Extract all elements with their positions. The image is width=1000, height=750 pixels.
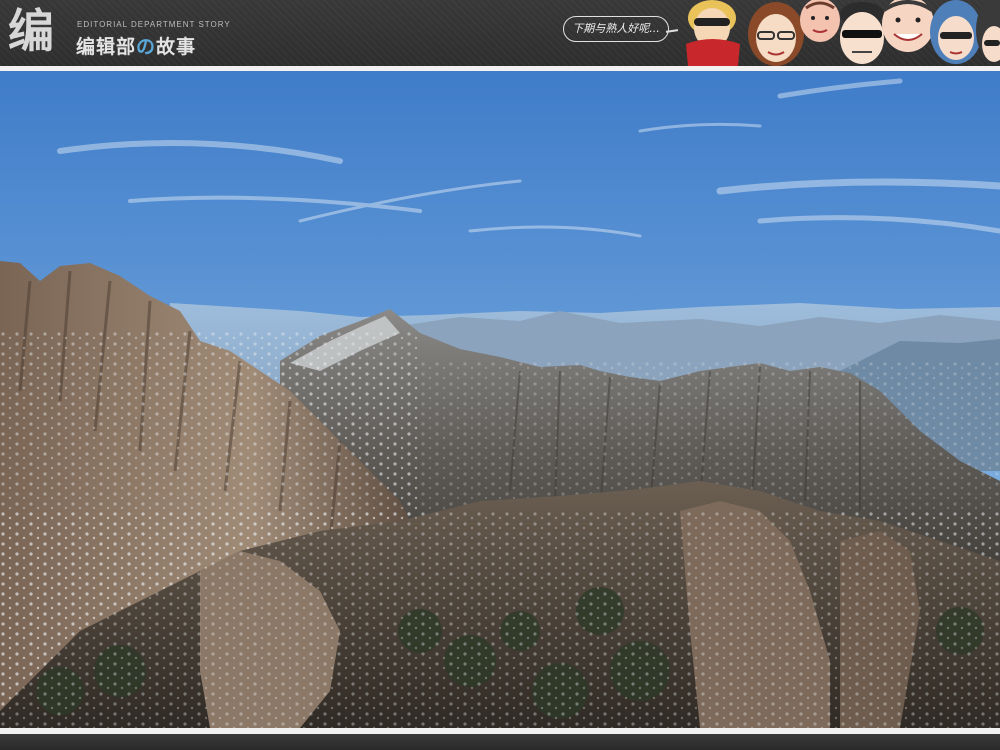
- site-logo[interactable]: 编: [8, 5, 54, 57]
- speech-bubble-tail: [665, 29, 679, 33]
- site-footer: [0, 734, 1000, 750]
- character-faces-art: [686, 0, 1000, 66]
- character-face-4: [840, 2, 884, 64]
- brand-cn-part-2: の: [136, 36, 157, 58]
- character-face-6: [930, 0, 982, 64]
- character-face-7: [976, 0, 1000, 62]
- speech-bubble: 下期与熟人好呢...: [563, 16, 669, 42]
- mountain-landscape-art: [0, 71, 1000, 728]
- character-face-5: [882, 0, 934, 52]
- character-face-2: [748, 2, 804, 66]
- character-faces-banner: [680, 0, 1000, 66]
- character-face-3: [800, 0, 840, 42]
- site-header: 编 EDITORIAL DEPARTMENT STORY 编辑部の故事 下期与熟…: [0, 0, 1000, 66]
- brand-cn-part-3: 故事: [156, 36, 197, 58]
- brand-english-title: EDITORIAL DEPARTMENT STORY: [77, 20, 231, 29]
- brand-cn-part-1: 编辑部: [76, 36, 137, 58]
- character-face-1: [686, 0, 740, 66]
- landscape-photo: [0, 71, 1000, 728]
- brand-chinese-title[interactable]: 编辑部の故事: [76, 32, 196, 59]
